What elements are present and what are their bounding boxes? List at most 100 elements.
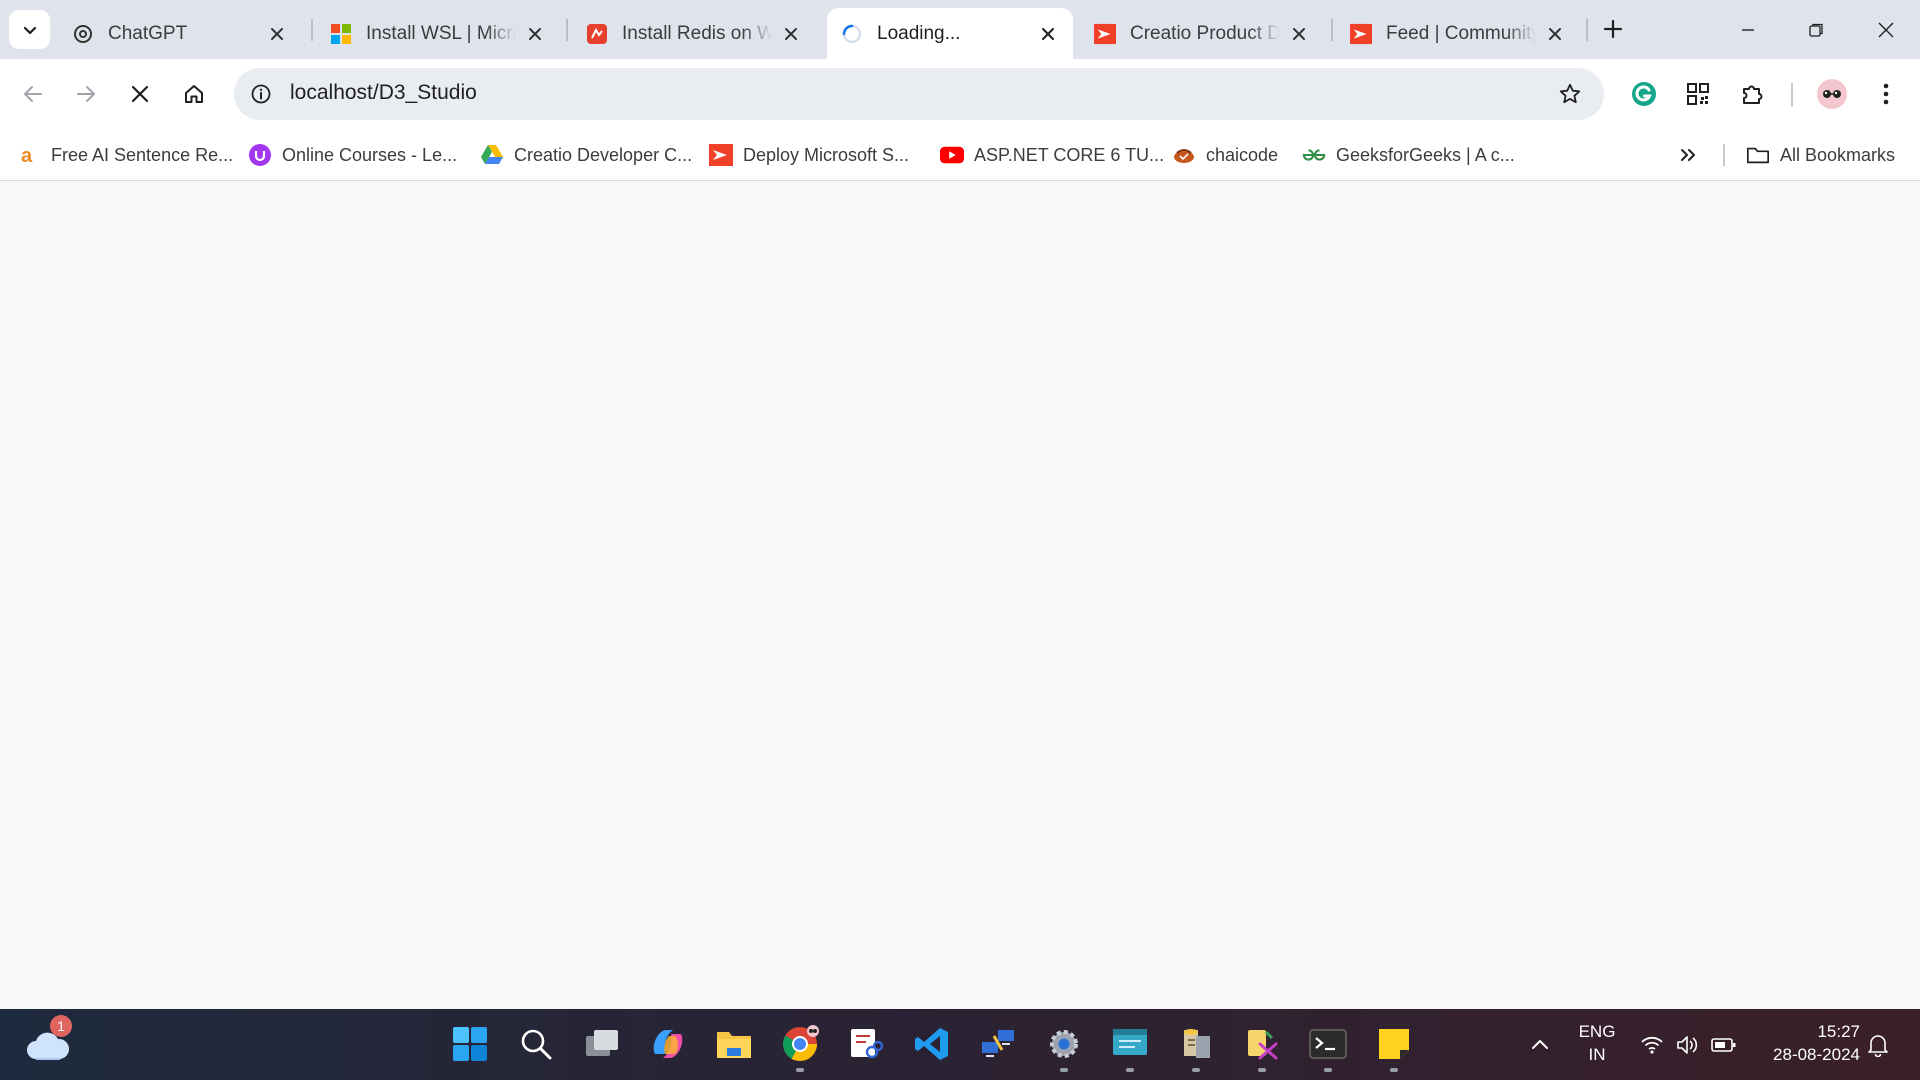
- minimize-icon: [1742, 28, 1754, 31]
- close-icon[interactable]: [1288, 23, 1310, 45]
- close-icon[interactable]: [524, 23, 546, 45]
- language-code[interactable]: ENG: [1574, 1022, 1620, 1042]
- all-bookmarks-button[interactable]: All Bookmarks: [1746, 139, 1895, 171]
- close-icon[interactable]: [266, 23, 288, 45]
- tab-title: Loading...: [877, 22, 961, 44]
- avatar-icon: [1817, 79, 1847, 109]
- start-button[interactable]: [446, 1020, 494, 1068]
- tab-install-redis[interactable]: Install Redis on Windows: [572, 8, 816, 59]
- stop-loading-button[interactable]: [120, 74, 160, 114]
- speaker-icon: [1677, 1036, 1698, 1054]
- url-text[interactable]: localhost/D3_Studio: [290, 81, 477, 105]
- notifications-button[interactable]: [1864, 1031, 1892, 1059]
- network-app-button[interactable]: [974, 1020, 1022, 1068]
- youtube-icon: [940, 143, 964, 167]
- close-icon: [1878, 22, 1894, 37]
- battery-status[interactable]: [1710, 1031, 1738, 1059]
- terminal-window-button[interactable]: [1106, 1020, 1154, 1072]
- bookmark-label: Free AI Sentence Re...: [51, 144, 234, 165]
- database-tool-button[interactable]: [1172, 1020, 1220, 1072]
- tab-separator: [311, 19, 313, 41]
- more-bookmarks-button[interactable]: [1678, 139, 1698, 171]
- chrome-menu-button[interactable]: [1866, 74, 1906, 114]
- dev-tool-button[interactable]: [1238, 1020, 1286, 1072]
- bookmark-item[interactable]: Deploy Microsoft S...: [709, 139, 909, 171]
- sticky-notes-button[interactable]: [1370, 1020, 1418, 1072]
- windows-start-icon: [453, 1027, 487, 1061]
- tab-creatio-docs[interactable]: Creatio Product Documentation: [1080, 8, 1324, 59]
- tools-icon: [1248, 1030, 1278, 1060]
- clock-time[interactable]: 15:27: [1752, 1022, 1860, 1042]
- address-bar[interactable]: localhost/D3_Studio: [234, 68, 1604, 120]
- new-tab-button[interactable]: [1597, 13, 1629, 45]
- bookmark-label: Creatio Developer C...: [514, 144, 693, 165]
- bell-icon: [1868, 1035, 1888, 1057]
- wifi-status[interactable]: [1638, 1031, 1666, 1059]
- close-icon[interactable]: [780, 23, 802, 45]
- creatio-icon: [709, 143, 733, 167]
- restore-button[interactable]: [1786, 0, 1846, 59]
- creatio-icon: [1350, 23, 1372, 45]
- extensions-puzzle-icon: [1743, 85, 1763, 104]
- chrome-taskbar-button[interactable]: [776, 1020, 824, 1072]
- geeksforgeeks-icon: [1302, 143, 1326, 167]
- redis-icon: [586, 23, 608, 45]
- udemy-icon: [248, 143, 272, 167]
- file-explorer-button[interactable]: [710, 1020, 758, 1068]
- profile-avatar[interactable]: [1812, 74, 1852, 114]
- double-chevron-right-icon: [1681, 149, 1695, 161]
- bookmark-item[interactable]: GeeksforGeeks | A c...: [1302, 139, 1515, 171]
- clock-date[interactable]: 28-08-2024: [1752, 1045, 1860, 1065]
- bookmark-item[interactable]: Creatio Developer C...: [480, 139, 692, 171]
- taskbar-search[interactable]: [512, 1020, 560, 1068]
- close-icon[interactable]: [1544, 23, 1566, 45]
- toolbar-separator: [1791, 83, 1793, 107]
- tab-search-button[interactable]: [9, 10, 50, 49]
- tab-chatgpt[interactable]: ChatGPT: [58, 8, 302, 59]
- tab-loading[interactable]: Loading...: [827, 8, 1073, 59]
- tab-title: Install WSL | Microsoft Learn: [366, 22, 516, 44]
- qr-code-extension[interactable]: [1678, 74, 1718, 114]
- tab-install-wsl[interactable]: Install WSL | Microsoft Learn: [316, 8, 560, 59]
- bookmark-item[interactable]: ASP.NET CORE 6 TU...: [940, 139, 1164, 171]
- snipping-tool-icon: [851, 1029, 884, 1059]
- battery-icon: [1711, 1038, 1736, 1052]
- running-indicator: [1060, 1068, 1068, 1072]
- close-icon[interactable]: [1037, 23, 1059, 45]
- vscode-button[interactable]: [908, 1020, 956, 1068]
- running-indicator: [1126, 1068, 1134, 1072]
- forward-button[interactable]: [66, 74, 106, 114]
- bookmarks-bar: a Free AI Sentence Re... Online Courses …: [0, 129, 1920, 181]
- settings-button[interactable]: [1040, 1020, 1088, 1072]
- tab-separator: [1331, 19, 1333, 41]
- bookmark-star-icon[interactable]: [1556, 80, 1584, 108]
- language-region[interactable]: IN: [1574, 1045, 1620, 1065]
- bookmark-label: GeeksforGeeks | A c...: [1336, 144, 1515, 165]
- tab-strip: ChatGPT Install WSL | Microsoft Learn In…: [0, 0, 1920, 59]
- chaicode-icon: [1172, 143, 1196, 167]
- extensions-button[interactable]: [1733, 74, 1773, 114]
- bookmark-item[interactable]: Online Courses - Le...: [248, 139, 457, 171]
- bookmark-item[interactable]: a Free AI Sentence Re...: [17, 139, 233, 171]
- minimize-button[interactable]: [1718, 0, 1778, 59]
- volume-control[interactable]: [1673, 1031, 1701, 1059]
- bookmark-item[interactable]: chaicode: [1172, 139, 1278, 171]
- tab-feed-community[interactable]: Feed | Community: [1336, 8, 1580, 59]
- back-button[interactable]: [13, 74, 53, 114]
- plus-icon: [1603, 19, 1623, 39]
- show-hidden-icons-button[interactable]: [1526, 1031, 1554, 1059]
- snipping-tool-button[interactable]: [842, 1020, 890, 1068]
- windows-terminal-button[interactable]: [1304, 1020, 1352, 1072]
- site-info-icon[interactable]: [247, 80, 275, 108]
- close-window-button[interactable]: [1856, 0, 1916, 59]
- arrow-right-icon: [77, 86, 95, 102]
- home-button[interactable]: [174, 74, 214, 114]
- tab-title: Install Redis on Windows: [622, 22, 772, 44]
- running-indicator: [796, 1068, 804, 1072]
- google-drive-icon: [480, 143, 504, 167]
- copilot-button[interactable]: [644, 1020, 692, 1068]
- grammarly-extension[interactable]: [1624, 74, 1664, 114]
- openai-icon: [72, 23, 94, 45]
- task-view-button[interactable]: [578, 1020, 626, 1068]
- windows-taskbar: 1 ENG IN 15:27 28-08-2024: [0, 1009, 1920, 1080]
